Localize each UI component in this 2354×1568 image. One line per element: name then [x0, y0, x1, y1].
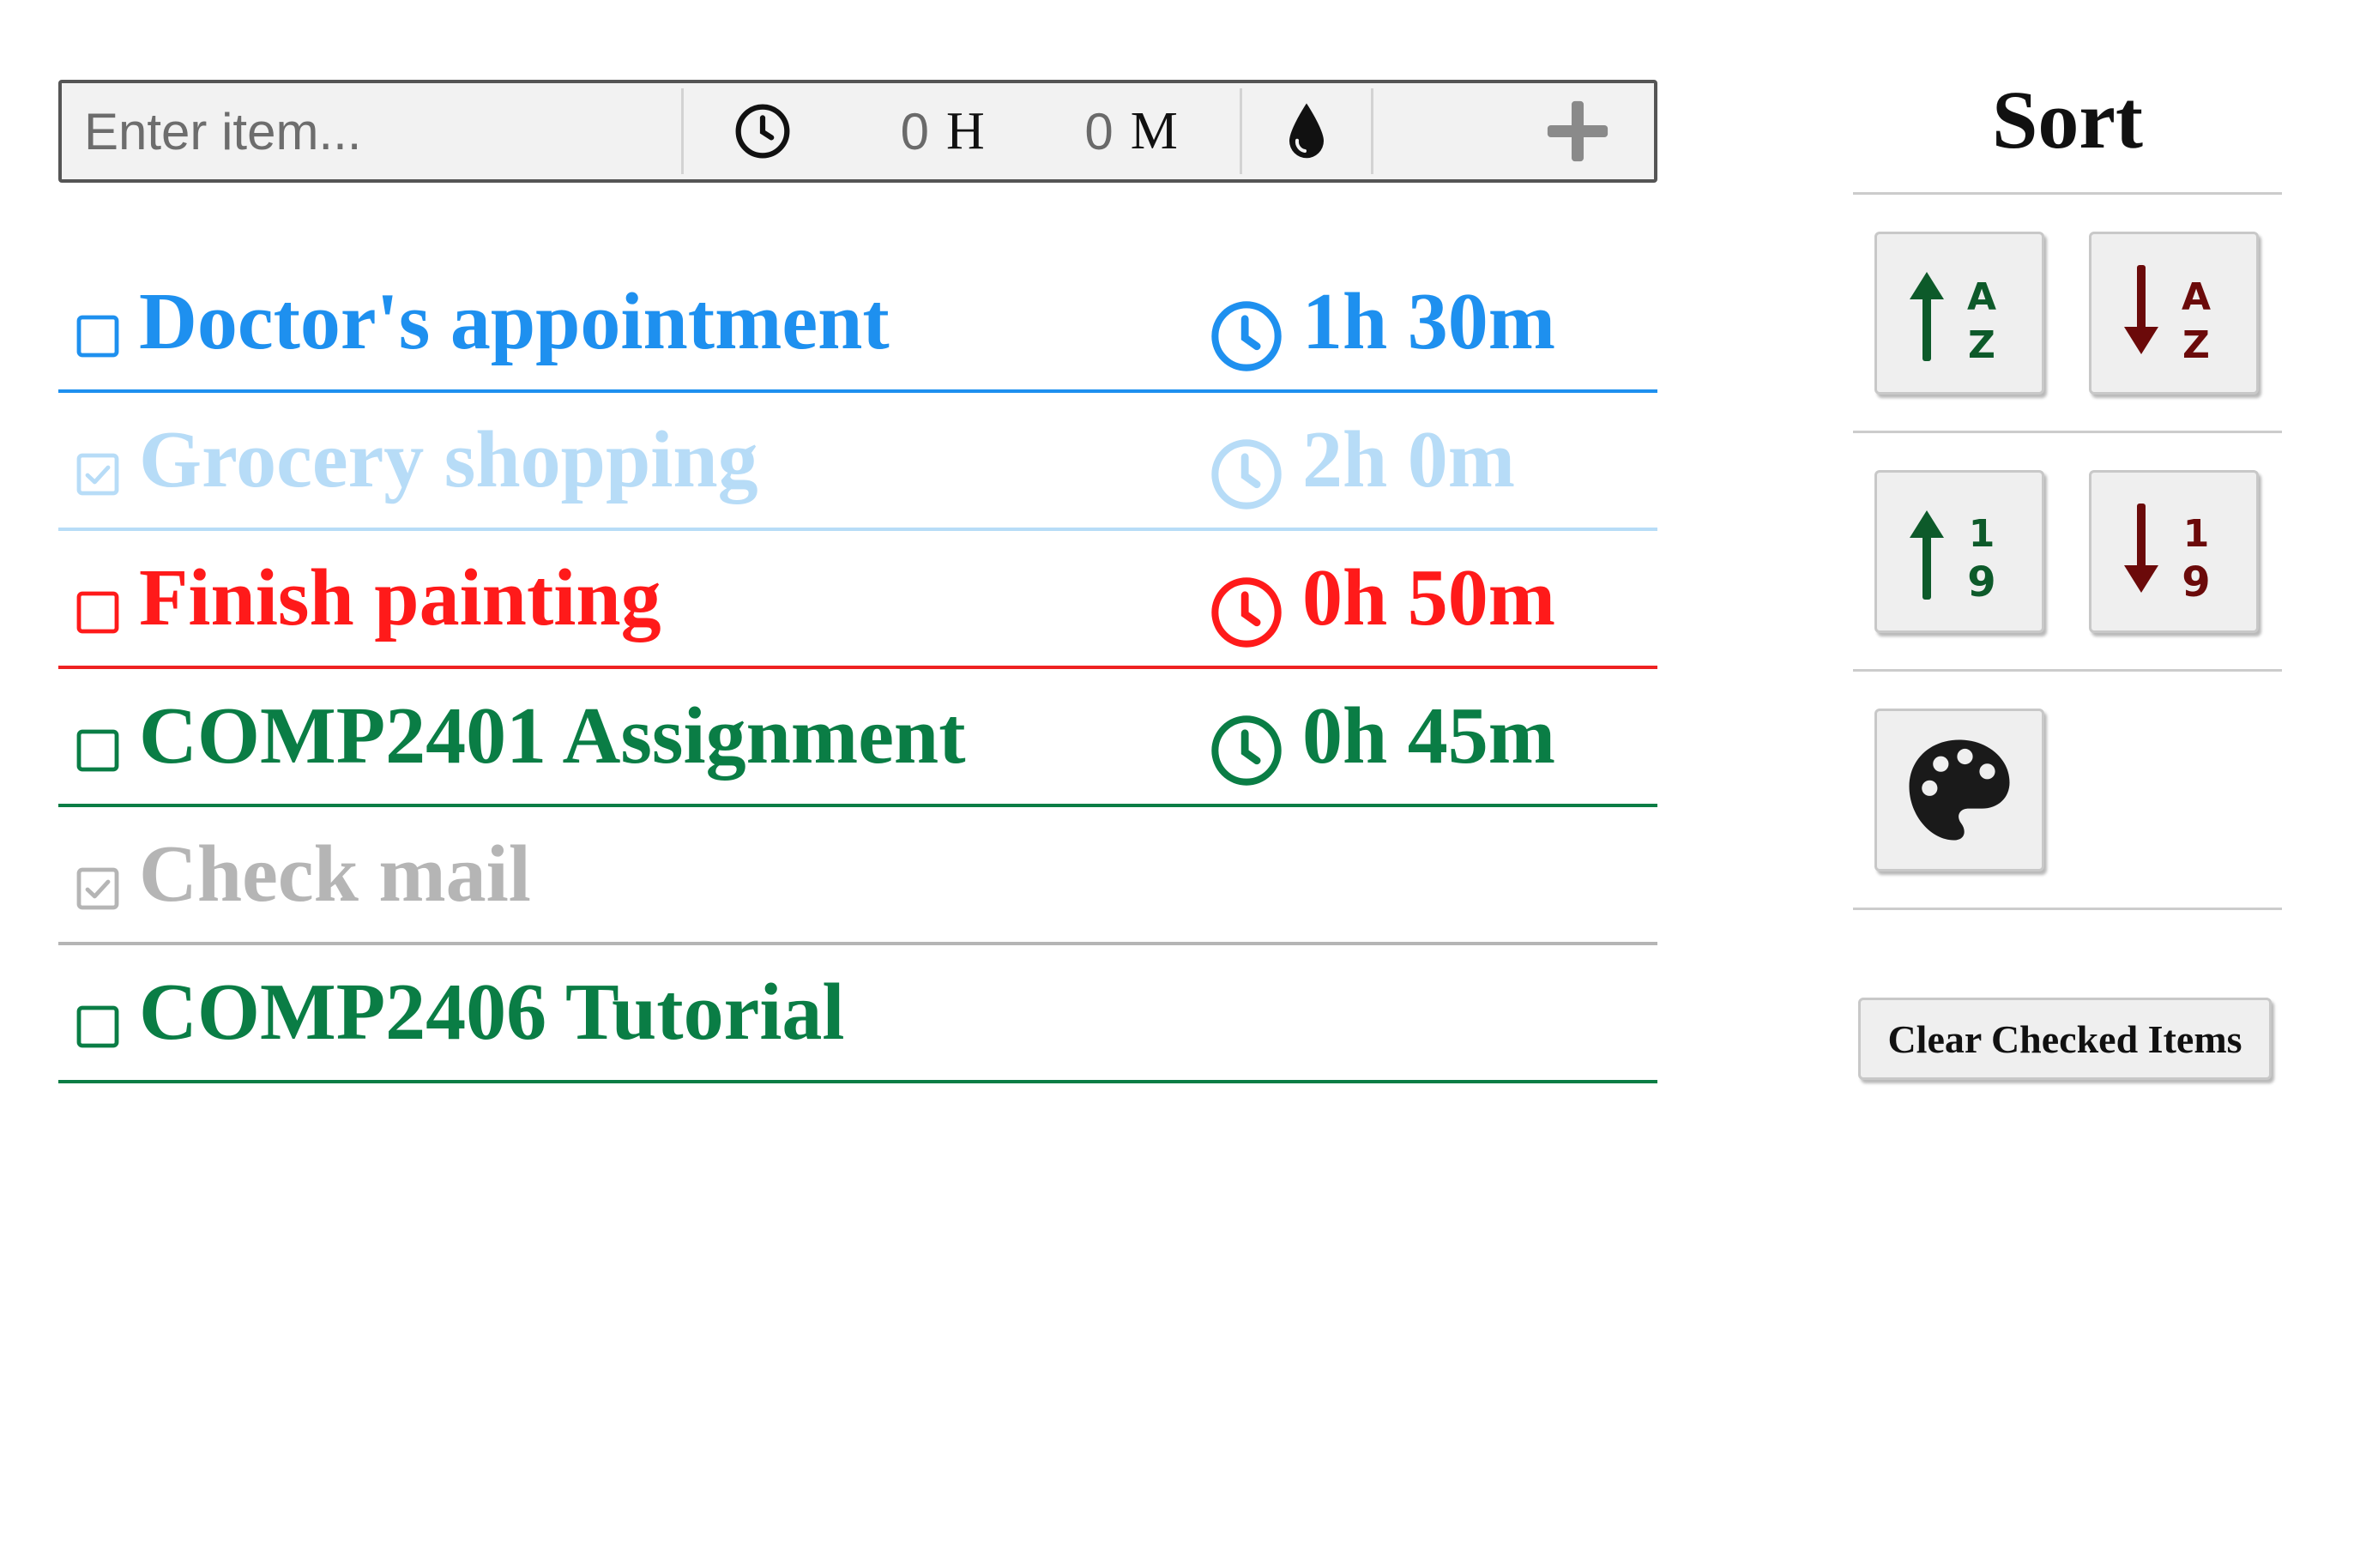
todo-label: Grocery shopping — [139, 415, 758, 504]
add-item-button[interactable] — [1373, 83, 1654, 179]
clock-icon — [1209, 575, 1284, 650]
svg-text:A: A — [2182, 275, 2211, 319]
todo-item[interactable]: Grocery shopping 2h 0m — [58, 393, 1657, 531]
svg-text:1: 1 — [2183, 512, 2210, 556]
divider — [1853, 669, 2282, 672]
clock-icon — [733, 102, 792, 160]
todo-duration: 2h 0m — [1302, 415, 1516, 504]
checked-checkbox[interactable] — [75, 866, 120, 911]
todo-duration: 1h 30m — [1302, 277, 1556, 366]
divider — [1853, 192, 2282, 195]
divider — [1853, 908, 2282, 910]
svg-text:Z: Z — [2182, 323, 2210, 365]
todo-item[interactable]: Finish painting 0h 50m — [58, 531, 1657, 669]
sort-title: Sort — [1992, 74, 2143, 166]
minutes-input[interactable] — [1035, 93, 1114, 170]
sort-alpha-asc-button[interactable]: A Z — [1874, 232, 2044, 395]
checkbox[interactable] — [75, 590, 120, 635]
todo-item[interactable]: Check mail — [58, 807, 1657, 945]
divider — [1853, 431, 2282, 433]
clock-icon — [1209, 437, 1284, 512]
hours-unit-label: H — [946, 101, 985, 160]
svg-text:1: 1 — [1969, 512, 1995, 556]
color-picker-button[interactable] — [1242, 83, 1371, 179]
todo-duration: 0h 45m — [1302, 691, 1556, 781]
minutes-unit-label: M — [1130, 101, 1178, 160]
todo-label: Check mail — [139, 829, 531, 919]
checkbox[interactable] — [75, 1004, 120, 1049]
droplet-icon — [1285, 101, 1328, 161]
todo-duration: 0h 50m — [1302, 553, 1556, 642]
item-input[interactable] — [62, 83, 681, 179]
checkbox[interactable] — [75, 728, 120, 773]
sort-numeric-desc-icon: 1 9 — [2122, 500, 2225, 603]
todo-label: COMP2401 Assignment — [139, 691, 966, 781]
checkbox[interactable] — [75, 314, 120, 359]
svg-text:9: 9 — [1967, 558, 1995, 603]
item-input-wrapper — [62, 83, 681, 179]
todo-item[interactable]: COMP2401 Assignment 0h 45m — [58, 669, 1657, 807]
clock-icon — [1209, 713, 1284, 788]
todo-label: Doctor's appointment — [139, 277, 890, 366]
svg-text:9: 9 — [2182, 558, 2210, 603]
todo-label: COMP2406 Tutorial — [139, 968, 845, 1057]
palette-icon — [1904, 734, 2015, 846]
sort-numeric-asc-icon: 1 9 — [1908, 500, 2011, 603]
sort-by-color-button[interactable] — [1874, 709, 2044, 871]
duration-inputs: H M — [684, 83, 1240, 179]
hours-input[interactable] — [852, 93, 929, 170]
todo-list: Doctor's appointment 1h 30m Grocery shoppi… — [58, 255, 1657, 1083]
sort-numeric-asc-button[interactable]: 1 9 — [1874, 470, 2044, 633]
sort-numeric-desc-button[interactable]: 1 9 — [2089, 470, 2259, 633]
plus-icon — [1544, 98, 1611, 165]
svg-text:A: A — [1967, 275, 1996, 319]
sort-alpha-asc-icon: A Z — [1908, 262, 2011, 365]
todo-item[interactable]: Doctor's appointment 1h 30m — [58, 255, 1657, 393]
sort-alpha-desc-button[interactable]: A Z — [2089, 232, 2259, 395]
clock-icon — [1209, 299, 1284, 374]
todo-item[interactable]: COMP2406 Tutorial — [58, 945, 1657, 1083]
new-item-bar: H M — [58, 80, 1657, 183]
todo-label: Finish painting — [139, 553, 661, 642]
svg-text:Z: Z — [1968, 323, 1995, 365]
sort-alpha-desc-icon: A Z — [2122, 262, 2225, 365]
clear-checked-button[interactable]: Clear Checked Items — [1858, 998, 2272, 1080]
checked-checkbox[interactable] — [75, 452, 120, 497]
